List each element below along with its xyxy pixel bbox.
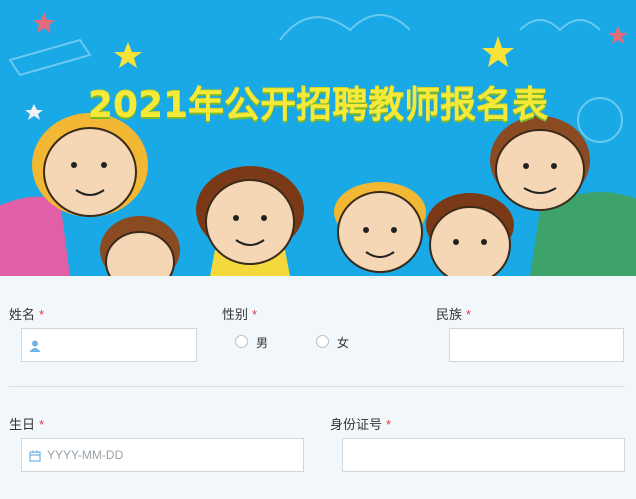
ethnicity-label: 民族 * [436, 307, 472, 322]
birthday-label: 生日 * [9, 417, 45, 432]
form-title: 2021年公开招聘教师报名表 [87, 85, 549, 126]
required-mark: * [252, 307, 258, 322]
user-icon [29, 340, 41, 352]
birthday-placeholder: YYYY-MM-DD [47, 448, 124, 462]
name-label: 姓名 * [9, 307, 45, 322]
required-mark: * [39, 307, 45, 322]
required-mark: * [466, 307, 472, 322]
required-mark: * [386, 417, 392, 432]
header-banner: 2021年公开招聘教师报名表 [0, 0, 636, 276]
gender-female-radio[interactable] [316, 335, 329, 348]
registration-form: 姓名 * 性别 * 男 女 民族 * 生日 * YYYY-MM-DD 身份证号 * [0, 276, 636, 499]
gender-label: 性别 * [222, 307, 258, 322]
gender-male-radio[interactable] [235, 335, 248, 348]
birthday-input[interactable]: YYYY-MM-DD [21, 438, 304, 472]
star-icon [482, 36, 514, 67]
gender-female-label: 女 [337, 336, 350, 350]
ethnicity-input[interactable] [449, 328, 624, 362]
calendar-icon [29, 450, 41, 462]
id-number-input[interactable] [342, 438, 625, 472]
section-divider [9, 386, 625, 387]
banner-illustration [0, 12, 636, 276]
star-icon [33, 12, 55, 33]
star-icon [114, 42, 142, 68]
id-number-label: 身份证号 * [330, 417, 392, 432]
gender-male-label: 男 [256, 336, 269, 350]
required-mark: * [39, 417, 45, 432]
star-icon [608, 26, 628, 44]
name-input[interactable] [21, 328, 197, 362]
